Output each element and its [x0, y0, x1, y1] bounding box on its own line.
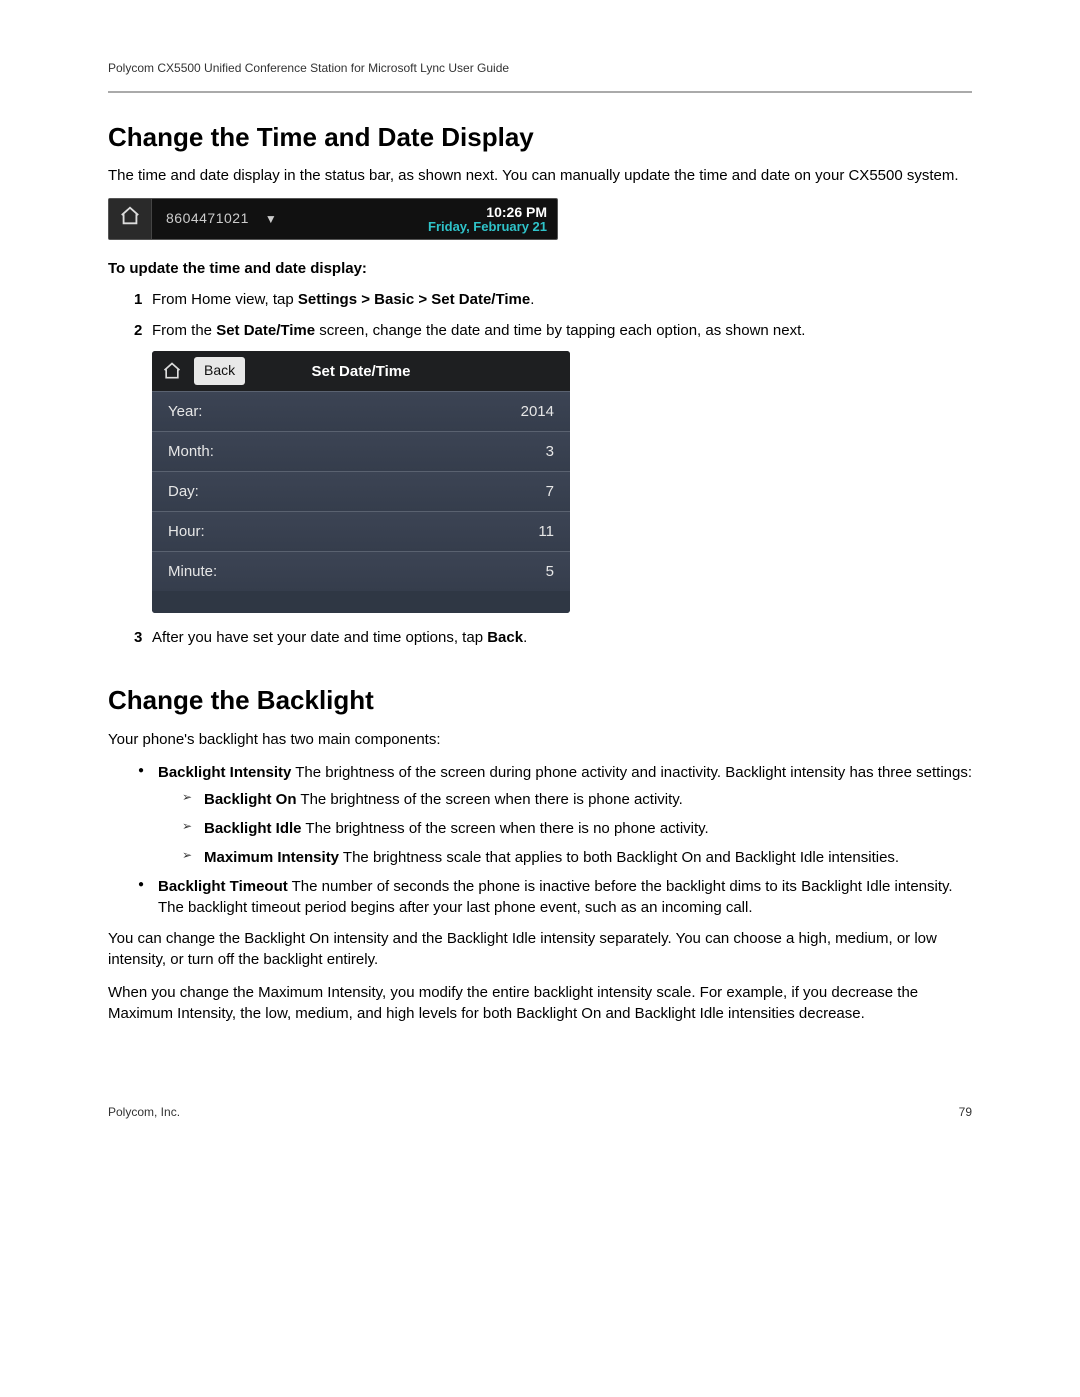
step-2-text-b: screen, change the date and time by tapp… — [315, 322, 805, 339]
step-3-text: After you have set your date and time op… — [152, 629, 487, 646]
step-1: 1 From Home view, tap Settings > Basic >… — [134, 289, 972, 310]
label-intensity: Backlight Intensity — [158, 764, 291, 781]
label-max: Maximum Intensity — [204, 849, 339, 866]
backlight-p1: You can change the Backlight On intensit… — [108, 928, 972, 970]
step-2-text-a: From the — [152, 322, 216, 339]
intensity-sublist: Backlight On The brightness of the scree… — [182, 789, 972, 868]
backlight-p2: When you change the Maximum Intensity, y… — [108, 982, 972, 1024]
step-3: 3 After you have set your date and time … — [134, 627, 972, 648]
status-bar-screenshot: 8604471021 ▼ 10:26 PM Friday, February 2… — [108, 198, 558, 240]
footer-page-number: 79 — [959, 1104, 972, 1121]
dropdown-caret-icon: ▼ — [265, 211, 277, 228]
heading-backlight: Change the Backlight — [108, 682, 972, 718]
screenshot-header: Back Set Date/Time — [152, 351, 570, 391]
home-icon — [152, 351, 192, 391]
value-month: 3 — [546, 441, 554, 462]
bullet-timeout: Backlight Timeout The number of seconds … — [138, 876, 972, 918]
heading-time-date: Change the Time and Date Display — [108, 119, 972, 155]
clock-date: Friday, February 21 — [428, 220, 547, 235]
label-hour: Hour: — [168, 521, 205, 542]
value-minute: 5 — [546, 561, 554, 582]
row-hour: Hour: 11 — [152, 511, 570, 551]
label-on: Backlight On — [204, 791, 297, 808]
bullet-intensity: Backlight Intensity The brightness of th… — [138, 762, 972, 868]
text-on: The brightness of the screen when there … — [297, 791, 683, 808]
arrow-max: Maximum Intensity The brightness scale t… — [182, 847, 972, 868]
procedure-heading: To update the time and date display: — [108, 258, 972, 279]
clock-time: 10:26 PM — [428, 204, 547, 220]
text-intensity: The brightness of the screen during phon… — [291, 764, 972, 781]
step-1-text-a: From Home view, tap — [152, 291, 298, 308]
time-date-block: 10:26 PM Friday, February 21 — [428, 204, 557, 235]
step-2-screen: Set Date/Time — [216, 322, 315, 339]
row-day: Day: 7 — [152, 471, 570, 511]
text-max: The brightness scale that applies to bot… — [339, 849, 899, 866]
steps-list-continued: 3 After you have set your date and time … — [108, 627, 972, 648]
row-year: Year: 2014 — [152, 391, 570, 431]
value-year: 2014 — [521, 401, 554, 422]
running-header: Polycom CX5500 Unified Conference Statio… — [108, 60, 972, 77]
row-month: Month: 3 — [152, 431, 570, 471]
arrow-on: Backlight On The brightness of the scree… — [182, 789, 972, 810]
arrow-idle: Backlight Idle The brightness of the scr… — [182, 818, 972, 839]
backlight-list: Backlight Intensity The brightness of th… — [108, 762, 972, 918]
page-footer: Polycom, Inc. 79 — [108, 1104, 972, 1121]
steps-list: 1 From Home view, tap Settings > Basic >… — [108, 289, 972, 341]
label-idle: Backlight Idle — [204, 820, 302, 837]
footer-company: Polycom, Inc. — [108, 1104, 180, 1121]
header-rule — [108, 91, 972, 93]
label-timeout: Backlight Timeout — [158, 878, 288, 895]
intro-paragraph: The time and date display in the status … — [108, 165, 972, 186]
backlight-intro: Your phone's backlight has two main comp… — [108, 729, 972, 750]
step-1-path: Settings > Basic > Set Date/Time — [298, 291, 530, 308]
text-idle: The brightness of the screen when there … — [302, 820, 709, 837]
home-icon-box — [109, 199, 152, 239]
value-hour: 11 — [538, 521, 554, 542]
home-icon — [119, 205, 141, 233]
phone-number: 8604471021 — [166, 209, 249, 229]
label-month: Month: — [168, 441, 214, 462]
back-button: Back — [194, 357, 245, 385]
value-day: 7 — [546, 481, 554, 502]
label-year: Year: — [168, 401, 202, 422]
row-minute: Minute: 5 — [152, 551, 570, 591]
screenshot-padding — [152, 591, 570, 613]
label-minute: Minute: — [168, 561, 217, 582]
step-3-back: Back — [487, 629, 523, 646]
label-day: Day: — [168, 481, 199, 502]
set-date-time-screenshot: Back Set Date/Time Year: 2014 Month: 3 D… — [152, 351, 570, 613]
step-2: 2 From the Set Date/Time screen, change … — [134, 320, 972, 341]
